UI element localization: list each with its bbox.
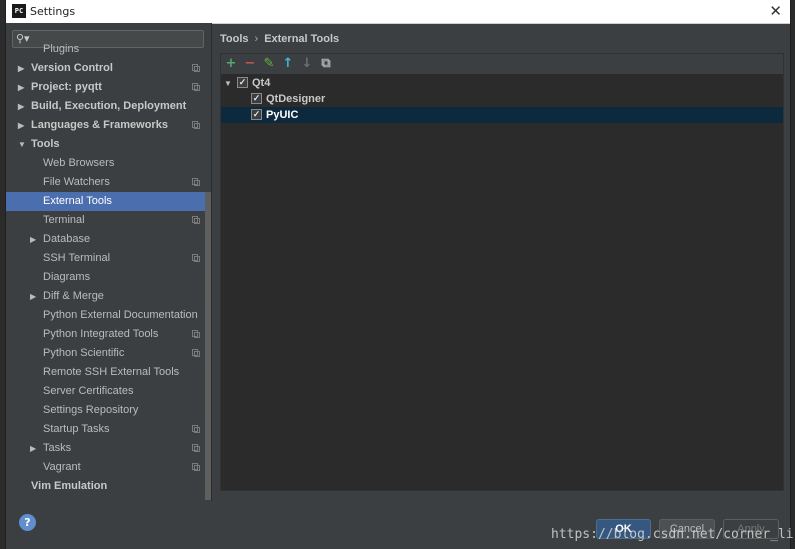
sidebar-item[interactable]: File Watchers [6,173,206,192]
sidebar-item[interactable]: ▶ Database [6,230,206,249]
sidebar-item-label: Startup Tasks [43,423,110,435]
sidebar-item-label: Build, Execution, Deployment [31,100,187,112]
sidebar-item-label: Diagrams [43,271,91,283]
sidebar-item-label: Tasks [43,442,72,454]
sidebar-item-label: File Watchers [43,176,110,188]
chevron-down-icon[interactable]: ▼ [224,76,232,92]
chevron-right-icon[interactable]: ▶ [18,116,24,135]
sidebar-item-label: Project: pyqtt [31,81,102,93]
sidebar-scrollbar-thumb[interactable] [205,192,211,500]
sidebar-item[interactable]: Remote SSH External Tools [6,363,206,382]
sidebar-item-label: Plugins [43,43,80,55]
sidebar-item-label: Diff & Merge [43,290,104,302]
sidebar-item[interactable]: Vagrant [6,458,206,477]
project-settings-icon [192,64,200,72]
sidebar-item-label: Remote SSH External Tools [43,366,180,378]
sidebar-item[interactable]: Settings Repository [6,401,206,420]
help-icon[interactable]: ? [19,514,36,531]
sidebar-item[interactable]: Plugins [6,40,206,59]
sidebar-item-label: Python Integrated Tools [43,328,159,340]
tool-checkbox[interactable]: ✓ [251,93,262,104]
edit-icon[interactable]: ✎ [261,56,277,72]
tool-label: QtDesigner [266,93,326,105]
chevron-right-icon[interactable]: ▶ [30,230,36,249]
pycharm-logo-icon: PC [12,4,26,18]
project-settings-icon [192,444,200,452]
tool-group-checkbox[interactable]: ✓ [237,77,248,88]
project-settings-icon [192,254,200,262]
sidebar-item-label: Tools [31,138,60,150]
move-up-icon[interactable]: ↑ [280,56,296,72]
sidebar-item-label: Vagrant [43,461,81,473]
tool-group-label: Qt4 [252,77,271,89]
tool-row[interactable]: ✓ QtDesigner [221,91,783,107]
external-tools-panel: + − ✎ ↑ ↓ ⧉ ▼ ✓ Qt4 ✓ QtDesigner ✓ PyUIC [220,53,784,491]
project-settings-icon [192,330,200,338]
sidebar-item[interactable]: Terminal [6,211,206,230]
sidebar-item[interactable]: Server Certificates [6,382,206,401]
sidebar-item[interactable]: Python External Documentation [6,306,206,325]
sidebar-item[interactable]: Vim Emulation [6,477,206,496]
sidebar-item[interactable]: Startup Tasks [6,420,206,439]
project-settings-icon [192,463,200,471]
sidebar-item[interactable]: ▶ Diff & Merge [6,287,206,306]
sidebar-item[interactable]: External Tools [6,192,206,211]
project-settings-icon [192,121,200,129]
sidebar-item-label: Languages & Frameworks [31,119,168,131]
copy-icon[interactable]: ⧉ [318,56,334,72]
sidebar-item-label: Python External Documentation [43,309,198,321]
breadcrumb-root[interactable]: Tools [220,33,249,45]
chevron-right-icon[interactable]: ▶ [18,59,24,78]
remove-icon[interactable]: − [242,56,258,72]
window-title: Settings [30,5,76,18]
chevron-down-icon[interactable]: ▼ [18,135,26,154]
project-settings-icon [192,349,200,357]
project-settings-icon [192,216,200,224]
sidebar-item-label: SSH Terminal [43,252,111,264]
settings-window: PC Settings ✕ ⚲▾ Plugins ▶ Version Control… [5,0,791,549]
breadcrumb-separator: › [254,33,259,45]
project-settings-icon [192,83,200,91]
sidebar-item[interactable]: Web Browsers [6,154,206,173]
chevron-right-icon[interactable]: ▶ [18,97,24,116]
project-settings-icon [192,178,200,186]
breadcrumb: Tools › External Tools [220,33,339,45]
tool-row-selected[interactable]: ✓ PyUIC [221,107,783,123]
sidebar-item[interactable]: ▶ Tasks [6,439,206,458]
sidebar-item[interactable]: Python Integrated Tools [6,325,206,344]
sidebar-item[interactable]: SSH Terminal [6,249,206,268]
sidebar-item-label: Python Scientific [43,347,125,359]
sidebar-item-label: Terminal [43,214,85,226]
sidebar-item[interactable]: Diagrams [6,268,206,287]
sidebar-item-label: Version Control [31,62,113,74]
tools-toolbar: + − ✎ ↑ ↓ ⧉ [221,54,783,74]
title-bar: PC Settings ✕ [6,0,790,24]
sidebar-item[interactable]: ▶ Build, Execution, Deployment [6,97,206,116]
sidebar-item-label: Database [43,233,91,245]
sidebar-item-label: Settings Repository [43,404,139,416]
sidebar-item[interactable]: ▶ Languages & Frameworks [6,116,206,135]
sidebar-item[interactable]: ▶ Version Control [6,59,206,78]
sidebar-item[interactable]: ▼ Tools [6,135,206,154]
chevron-right-icon[interactable]: ▶ [30,439,36,458]
content-area: Tools › External Tools + − ✎ ↑ ↓ ⧉ ▼ ✓ Qt4… [212,23,790,501]
sidebar-item[interactable]: Python Scientific [6,344,206,363]
tool-checkbox[interactable]: ✓ [251,109,262,120]
tool-label: PyUIC [266,109,299,121]
move-down-icon[interactable]: ↓ [299,56,315,72]
add-icon[interactable]: + [223,56,239,72]
project-settings-icon [192,425,200,433]
sidebar-item-label: Web Browsers [43,157,115,169]
tool-group-row[interactable]: ▼ ✓ Qt4 [221,75,783,91]
breadcrumb-current: External Tools [264,33,340,45]
settings-sidebar: ⚲▾ Plugins ▶ Version Control ▶ Project: pyqt… [6,23,212,501]
sidebar-item-label: Server Certificates [43,385,134,397]
sidebar-item-label: Vim Emulation [31,480,108,492]
chevron-right-icon[interactable]: ▶ [18,78,24,97]
sidebar-item[interactable]: ▶ Project: pyqtt [6,78,206,97]
chevron-right-icon[interactable]: ▶ [30,287,36,306]
sidebar-item-label: External Tools [43,195,112,207]
close-icon[interactable]: ✕ [769,2,782,20]
watermark: https://blog.csdn.net/corner_li [551,527,794,542]
